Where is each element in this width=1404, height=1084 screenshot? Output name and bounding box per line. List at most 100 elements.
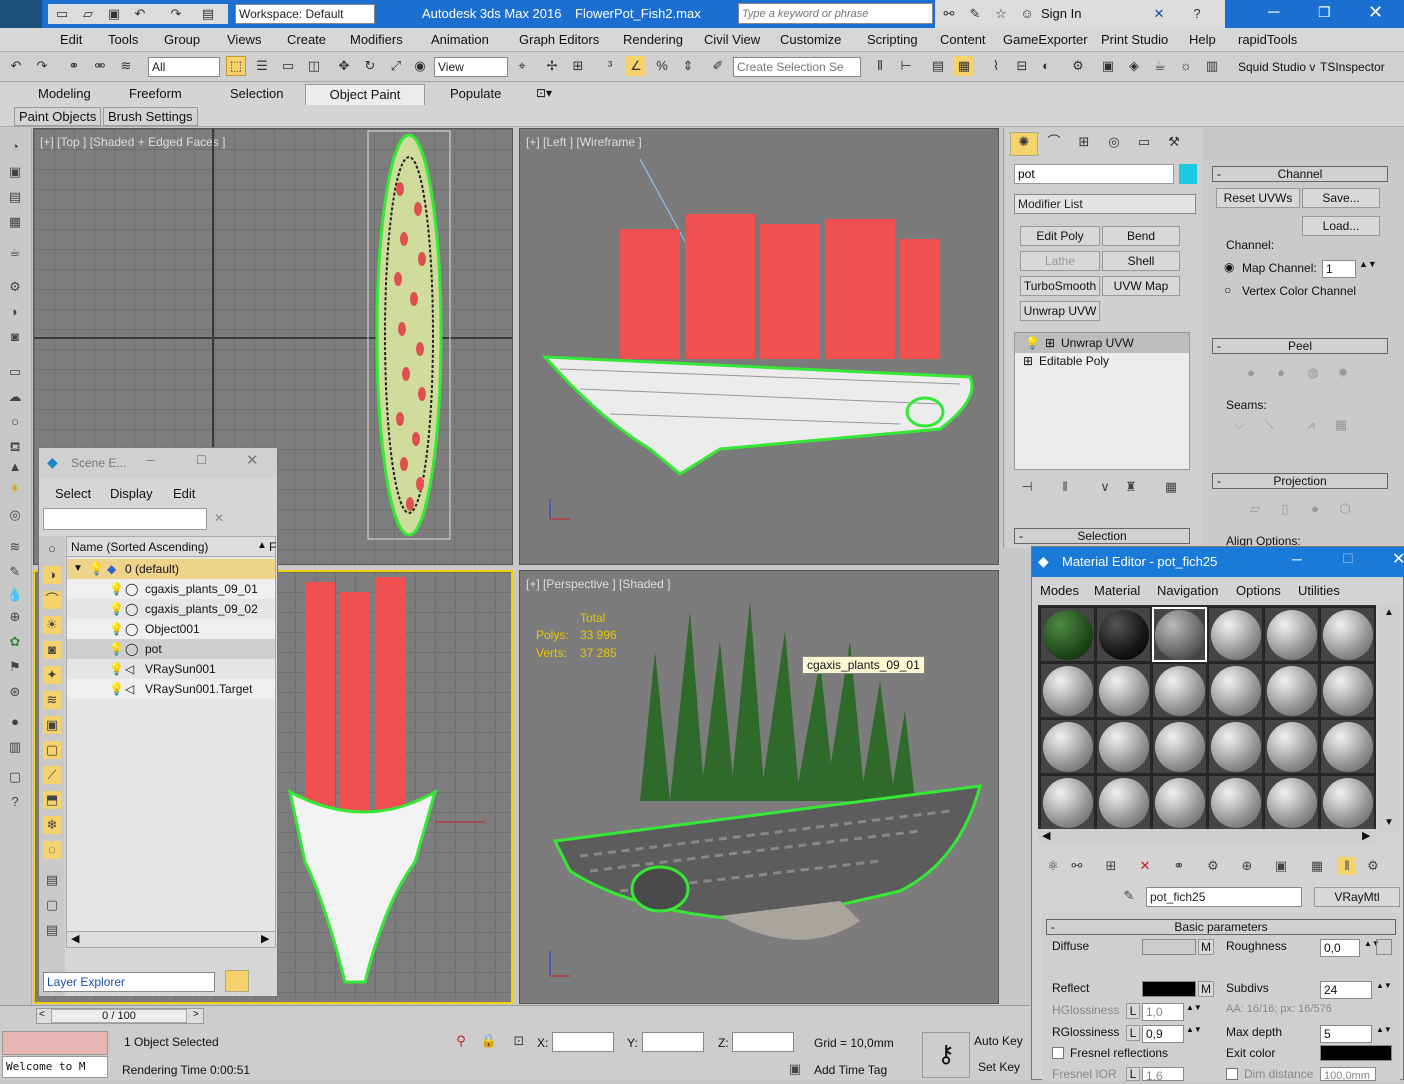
- workspace-dropdown[interactable]: Workspace: Default: [235, 4, 375, 24]
- z-coordinate-input[interactable]: [732, 1032, 794, 1052]
- show-end-result-icon[interactable]: ‖: [1056, 478, 1074, 496]
- maxscript-listener-input[interactable]: Welcome to M: [2, 1056, 108, 1078]
- viewport-left[interactable]: [+] [Left ] [Wireframe ]: [519, 128, 999, 565]
- mirror-icon[interactable]: ⫴: [870, 56, 890, 76]
- save-uvws-button[interactable]: Save...: [1302, 188, 1380, 208]
- make-copy-icon[interactable]: ⚭: [1170, 857, 1188, 875]
- spinner-arrows-icon[interactable]: ▲▼: [1186, 1025, 1202, 1034]
- paint-icon[interactable]: ✎: [6, 563, 24, 581]
- box-icon[interactable]: ▣: [6, 163, 24, 181]
- layer-manager-icon[interactable]: ▤: [928, 56, 948, 76]
- minimize-icon[interactable]: ─: [1292, 551, 1302, 567]
- display-geometry-icon[interactable]: ◑: [43, 566, 61, 584]
- tab-object-paint[interactable]: Object Paint: [305, 84, 425, 105]
- layers-icon[interactable]: ≋: [6, 538, 24, 556]
- help-icon[interactable]: ?: [1187, 4, 1207, 24]
- close-icon[interactable]: ✕: [1368, 2, 1383, 23]
- sample-slot[interactable]: [1264, 719, 1319, 774]
- material-name-dropdown[interactable]: pot_fich25: [1146, 887, 1302, 907]
- display-none2-icon[interactable]: ▢: [43, 896, 61, 914]
- select-manipulate-icon[interactable]: ✢: [542, 56, 562, 76]
- expand-icon[interactable]: ⊞: [1045, 333, 1055, 353]
- window-crossing-icon[interactable]: ◫: [304, 56, 324, 76]
- sample-slot[interactable]: [1152, 663, 1207, 718]
- add-time-tag[interactable]: Add Time Tag: [814, 1063, 887, 1077]
- light-bulb-icon[interactable]: 💡: [109, 679, 124, 699]
- planar-map-icon[interactable]: ▱: [1246, 500, 1264, 518]
- create-tab-icon[interactable]: ✺: [1010, 132, 1038, 156]
- make-unique-icon[interactable]: ∨: [1096, 478, 1114, 496]
- redo-icon[interactable]: ↷: [32, 56, 52, 76]
- layer-explorer-dropdown[interactable]: Layer Explorer: [43, 972, 215, 992]
- loop-seam-icon[interactable]: ▦: [1332, 416, 1350, 434]
- sample-slot[interactable]: [1040, 663, 1095, 718]
- render-setup-icon[interactable]: ⚙: [1068, 56, 1088, 76]
- sample-slot[interactable]: [1264, 663, 1319, 718]
- chair-icon[interactable]: ⚑: [6, 658, 24, 676]
- diffuse-map-button[interactable]: M: [1198, 939, 1214, 955]
- viewport-perspective[interactable]: [+] [Perspective ] [Shaded ] Total Polys…: [519, 570, 999, 1004]
- star-icon[interactable]: ☆: [991, 4, 1011, 24]
- show-shaded-icon[interactable]: ▦: [1308, 857, 1326, 875]
- sample-slot[interactable]: [1264, 607, 1319, 662]
- project-icon[interactable]: ▤: [198, 4, 218, 24]
- cloud-icon[interactable]: ☁: [6, 388, 24, 406]
- load-uvws-button[interactable]: Load...: [1302, 216, 1380, 236]
- edge-seam-icon[interactable]: ⩘: [1302, 416, 1320, 434]
- scroll-up-icon[interactable]: ▲: [1384, 607, 1394, 618]
- time-prev-icon[interactable]: <: [39, 1009, 45, 1020]
- lathe-button[interactable]: Lathe: [1020, 251, 1100, 271]
- menu-gameexporter[interactable]: GameExporter: [1003, 32, 1088, 47]
- close-icon[interactable]: ✕: [1392, 549, 1404, 569]
- sample-slot[interactable]: [1096, 663, 1151, 718]
- display-groups-icon[interactable]: ▣: [43, 716, 61, 734]
- help-circle-icon[interactable]: ?: [6, 793, 24, 811]
- basic-parameters-header[interactable]: - Basic parameters: [1046, 919, 1396, 935]
- stack-item-unwrap[interactable]: 💡 ⊞ Unwrap UVW: [1015, 333, 1189, 353]
- place-icon[interactable]: ◉: [410, 56, 430, 76]
- binoculars-icon[interactable]: ⚯: [939, 4, 959, 24]
- maximize-icon[interactable]: ☐: [196, 453, 207, 467]
- edit-seams-icon[interactable]: ⌵: [1230, 416, 1248, 434]
- selection-rollout[interactable]: - Selection: [1014, 528, 1190, 544]
- tab-modeling[interactable]: Modeling: [38, 86, 91, 101]
- sign-in-link[interactable]: Sign In: [1041, 6, 1081, 21]
- menu-tools[interactable]: Tools: [108, 32, 138, 47]
- point-seam-icon[interactable]: ⟍: [1260, 416, 1278, 434]
- scroll-down-icon[interactable]: ▼: [1384, 817, 1394, 828]
- scroll-right-icon[interactable]: ▶: [261, 932, 269, 945]
- map-channel-radio[interactable]: ◉: [1224, 260, 1234, 274]
- rectangular-selection-icon[interactable]: ▭: [278, 56, 298, 76]
- spherical-map-icon[interactable]: ●: [1306, 500, 1324, 518]
- paint-objects-panel[interactable]: Paint Objects: [14, 107, 102, 126]
- sample-slot[interactable]: [1208, 607, 1263, 662]
- display-none-icon[interactable]: ○: [43, 540, 61, 558]
- maxscript-listener-pink[interactable]: [2, 1031, 108, 1055]
- sample-slot[interactable]: [1152, 719, 1207, 774]
- sample-slot[interactable]: [1096, 607, 1151, 662]
- subscription-icon[interactable]: ✎: [965, 4, 985, 24]
- hgloss-lock-button[interactable]: L: [1126, 1003, 1140, 1019]
- expand-icon[interactable]: ⊞: [1023, 351, 1033, 371]
- window-icon[interactable]: ▢: [6, 768, 24, 786]
- scroll-right-icon[interactable]: ▶: [1362, 829, 1370, 842]
- teapot-icon[interactable]: ☕: [1150, 56, 1170, 76]
- tree-row[interactable]: 💡 ◁ VRaySun001: [67, 659, 275, 679]
- sample-slot[interactable]: [1320, 607, 1375, 662]
- menu-rapidtools[interactable]: rapidTools: [1238, 32, 1297, 47]
- table-icon[interactable]: ▥: [6, 738, 24, 756]
- make-unique-icon[interactable]: ⚙: [1204, 857, 1222, 875]
- light-bulb-icon[interactable]: 💡: [109, 619, 124, 639]
- display-bones-icon[interactable]: ⟋: [43, 766, 61, 784]
- dim-distance-spinner[interactable]: 100,0mm: [1320, 1067, 1376, 1082]
- object-color-swatch[interactable]: [1179, 164, 1197, 184]
- teapot-icon[interactable]: ☕: [6, 243, 24, 261]
- sun-icon[interactable]: ☀: [6, 480, 24, 498]
- menu-modifiers[interactable]: Modifiers: [350, 32, 403, 47]
- display-invert-icon[interactable]: ▤: [43, 921, 61, 939]
- turbosmooth-button[interactable]: TurboSmooth: [1020, 276, 1100, 296]
- link-icon[interactable]: ⚭: [64, 56, 84, 76]
- time-next-icon[interactable]: >: [193, 1009, 199, 1020]
- display-lights-icon[interactable]: ☀: [43, 616, 61, 634]
- spinner-arrows-icon[interactable]: ▲▼: [1376, 981, 1392, 990]
